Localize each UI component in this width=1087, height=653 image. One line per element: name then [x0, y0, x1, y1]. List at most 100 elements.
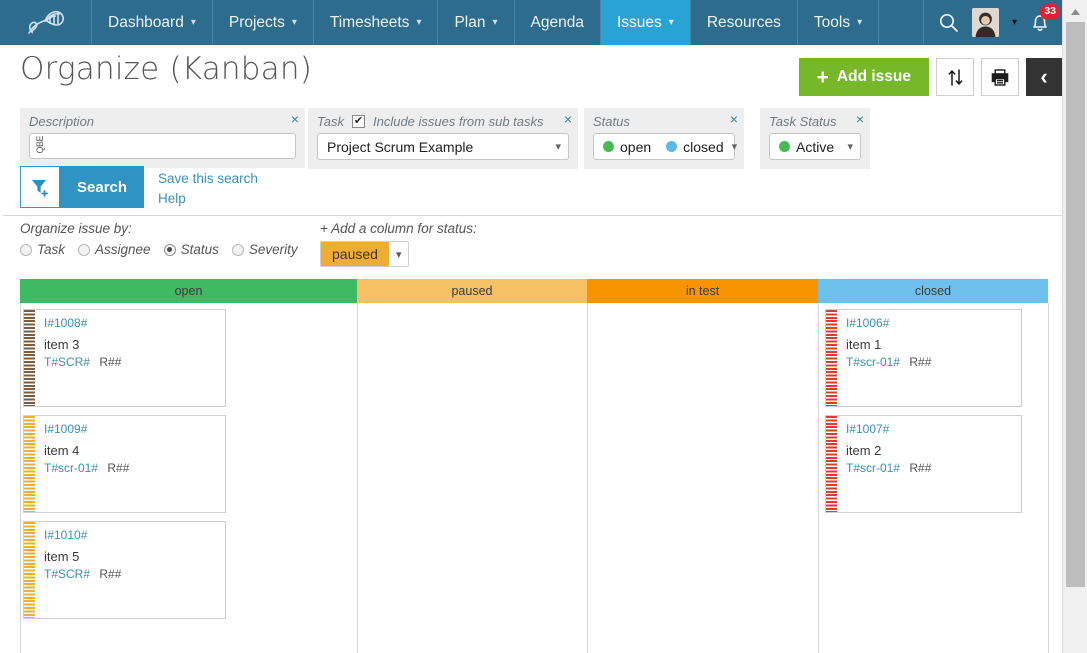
add-column-select[interactable]: paused ▾ [320, 241, 410, 267]
status-text: open [620, 138, 652, 155]
collapse-panel-button[interactable]: ‹ [1026, 58, 1062, 96]
kanban-header-label: closed [914, 284, 952, 298]
card-id: I#1010# [44, 528, 88, 542]
nav-item-tools[interactable]: Tools ▾ [798, 0, 880, 45]
organize-by-group: Organize issue by: Task Assignee Status … [20, 221, 307, 257]
remove-filter-icon[interactable]: × [856, 112, 864, 126]
card-title: item 5 [44, 549, 80, 564]
kanban-card[interactable]: I#1009# item 4 T#scr-01# R## [23, 415, 226, 513]
help-link[interactable]: Help [158, 189, 258, 209]
card-meta: T#scr-01# R## [846, 461, 1013, 475]
remove-filter-icon[interactable]: × [564, 112, 572, 126]
radio-label: Status [180, 242, 219, 257]
chevron-down-icon: ▾ [857, 17, 863, 28]
description-input[interactable]: QBE [29, 133, 296, 159]
card-severity-stripe [826, 416, 837, 512]
add-issue-label: Add issue [836, 68, 911, 85]
notifications-button[interactable]: 33 [1030, 4, 1060, 33]
avatar[interactable] [971, 8, 999, 37]
card-meta: T#scr-01# R## [44, 461, 217, 475]
nav-label: Plan [454, 13, 486, 31]
card-meta: T#scr-01# R## [846, 355, 1013, 369]
kanban-header-label: paused [451, 284, 493, 298]
page-scrollbar[interactable] [1062, 0, 1087, 653]
filter-description: × Description QBE [20, 108, 305, 168]
kanban-card[interactable]: I#1008# item 3 T#SCR# R## [23, 309, 226, 407]
card-ref: R## [99, 355, 122, 369]
radio-organize-assignee[interactable]: Assignee [78, 242, 151, 257]
kanban-header-label: in test [685, 284, 720, 298]
card-ref: R## [107, 461, 130, 475]
radio-label: Task [37, 242, 66, 257]
print-button[interactable] [981, 58, 1019, 96]
nav-label: Projects [228, 13, 285, 31]
kanban-card[interactable]: I#1006# item 1 T#scr-01# R## [825, 309, 1022, 407]
filter-bar: × Description QBE × Task ✔ Include issue… [0, 103, 1062, 216]
sort-button[interactable] [936, 58, 974, 96]
save-this-search-link[interactable]: Save this search [158, 169, 258, 189]
plus-icon: + [816, 65, 829, 89]
kanban-column-paused[interactable] [358, 303, 588, 653]
kanban-header-in-test: in test [587, 279, 818, 303]
search-icon[interactable] [938, 12, 959, 33]
nav-item-agenda[interactable]: Agenda [515, 0, 601, 45]
card-title: item 4 [44, 443, 80, 458]
card-id: I#1008# [44, 316, 88, 330]
nav-label: Timesheets [329, 13, 410, 31]
organize-by-title: Organize issue by: [20, 221, 132, 236]
kanban-column-in-test[interactable] [588, 303, 819, 653]
radio-organize-severity[interactable]: Severity [231, 242, 298, 257]
nav-right-group: ▾ 33 [924, 0, 1062, 45]
scrollbar-thumb[interactable] [1066, 22, 1085, 587]
add-issue-button[interactable]: + Add issue [798, 58, 929, 96]
chevron-down-icon[interactable]: ▾ [1012, 17, 1017, 28]
nav-spacer [879, 0, 924, 45]
chevron-down-icon: ▾ [731, 141, 738, 153]
nav-item-projects[interactable]: Projects ▾ [213, 0, 314, 45]
card-severity-stripe [24, 310, 35, 406]
task-status-select[interactable]: Active ▾ [769, 133, 861, 160]
kanban-column-open[interactable]: I#1008# item 3 T#SCR# R## I#1009# item 4… [21, 303, 358, 653]
nav-item-issues[interactable]: Issues ▾ [600, 0, 691, 45]
kanban-column-closed[interactable]: I#1006# item 1 T#scr-01# R## I#1007# ite… [819, 303, 1049, 653]
status-select[interactable]: open closed ▾ [593, 133, 738, 160]
task-select[interactable]: Project Scrum Example ▾ [317, 133, 569, 160]
remove-filter-icon[interactable]: × [730, 112, 738, 126]
chevron-left-icon: ‹ [1040, 64, 1048, 89]
nav-item-resources[interactable]: Resources [691, 0, 798, 45]
card-meta: T#SCR# R## [44, 355, 217, 369]
left-edge-spacer [0, 45, 3, 653]
nav-item-timesheets[interactable]: Timesheets ▾ [314, 0, 439, 45]
nav-label: Issues [616, 13, 662, 31]
add-column-title: + Add a column for status: [320, 221, 477, 236]
card-id: I#1009# [44, 422, 88, 436]
card-id: I#1007# [846, 422, 890, 436]
search-button[interactable]: Search [60, 166, 145, 208]
card-severity-stripe [24, 522, 35, 618]
kanban-card[interactable]: I#1007# item 2 T#scr-01# R## [825, 415, 1022, 513]
chevron-down-icon: ▾ [668, 17, 674, 28]
chevron-down-icon: ▾ [190, 17, 196, 28]
description-value: QBE [35, 136, 45, 154]
radio-organize-status[interactable]: Status [163, 242, 219, 257]
filter-label: Status [593, 114, 630, 129]
kanban-header-closed: closed [818, 279, 1048, 303]
card-meta: T#SCR# R## [44, 567, 217, 581]
radio-organize-task[interactable]: Task [20, 242, 65, 257]
scroll-up-arrow-icon[interactable] [1063, 0, 1087, 19]
card-task: T#SCR# [44, 567, 91, 581]
status-dot-icon [779, 141, 790, 152]
nav-item-plan[interactable]: Plan ▾ [438, 0, 515, 45]
card-task: T#scr-01# [44, 461, 99, 475]
nav-item-dashboard[interactable]: Dashboard ▾ [92, 0, 213, 45]
chevron-down-icon: ▾ [395, 248, 402, 261]
add-filter-button[interactable] [20, 166, 60, 208]
status-text: Active [796, 138, 835, 155]
kanban-card[interactable]: I#1010# item 5 T#SCR# R## [23, 521, 226, 619]
include-subtasks-checkbox[interactable]: ✔ [351, 115, 365, 128]
card-ref: R## [909, 461, 932, 475]
app-logo[interactable] [0, 0, 92, 45]
chevron-down-icon: ▾ [416, 17, 422, 28]
card-severity-stripe [826, 310, 837, 406]
remove-filter-icon[interactable]: × [291, 112, 299, 126]
